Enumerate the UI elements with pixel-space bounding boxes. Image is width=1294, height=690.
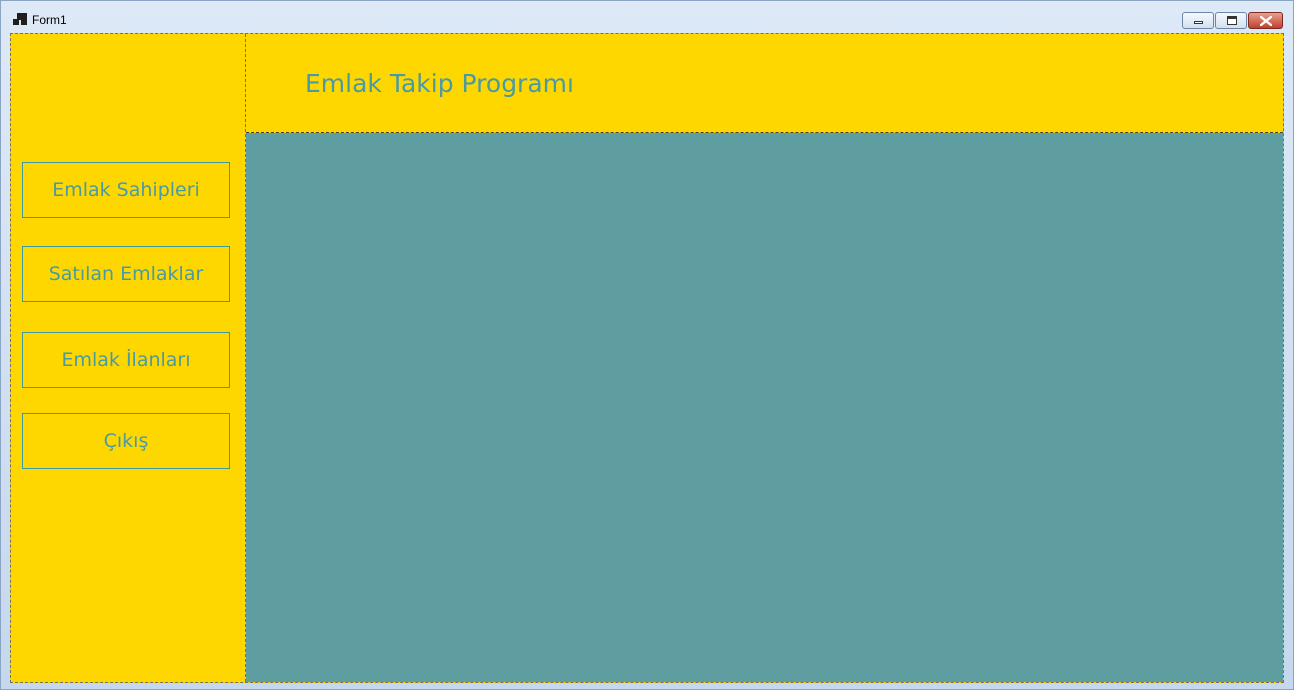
minimize-button[interactable] [1182,12,1214,29]
header-panel: Emlak Takip Programı [246,34,1283,133]
form-client-area: Emlak Sahipleri Satılan Emlaklar Emlak İ… [10,33,1284,683]
emlak-sahipleri-label: Emlak Sahipleri [52,179,200,201]
minimize-icon [1194,21,1203,24]
emlak-ilanlari-button[interactable]: Emlak İlanları [22,332,230,388]
content-panel [246,133,1283,682]
maximize-button[interactable] [1215,12,1247,29]
cikis-label: Çıkış [103,430,149,452]
emlak-sahipleri-button[interactable]: Emlak Sahipleri [22,162,230,218]
close-icon [1260,16,1272,26]
sidebar-panel: Emlak Sahipleri Satılan Emlaklar Emlak İ… [11,34,246,682]
cikis-button[interactable]: Çıkış [22,413,230,469]
satilan-emlaklar-label: Satılan Emlaklar [48,263,204,285]
satilan-emlaklar-button[interactable]: Satılan Emlaklar [22,246,230,302]
maximize-icon [1227,16,1237,25]
app-window: Form1 Emlak Sahipleri Satılan Emlaklar E… [0,0,1294,690]
close-button[interactable] [1248,12,1283,29]
title-bar[interactable]: Form1 [1,1,1293,33]
window-title: Form1 [32,13,67,27]
emlak-ilanlari-label: Emlak İlanları [61,349,191,371]
page-title: Emlak Takip Programı [305,69,574,98]
form-icon [13,13,27,25]
